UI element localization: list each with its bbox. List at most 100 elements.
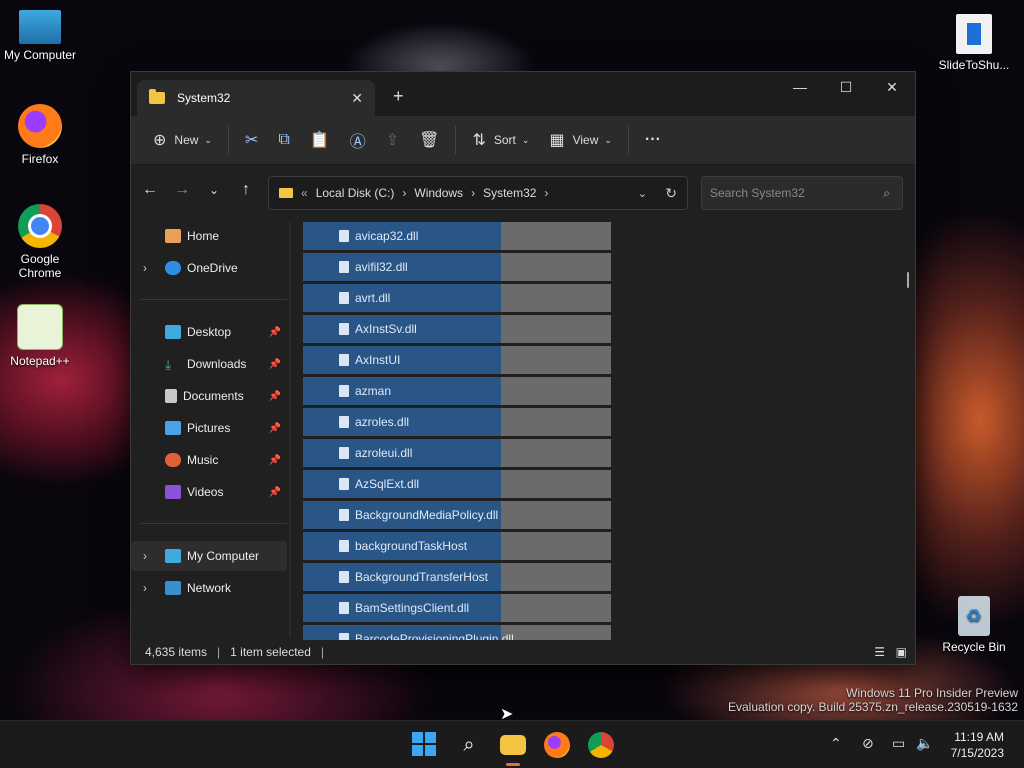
more-options-button[interactable]: ··· xyxy=(635,124,671,156)
file-row[interactable]: BackgroundTransferHost xyxy=(303,563,611,591)
network-offline-icon[interactable]: ⊘ xyxy=(862,735,874,752)
chevron-right-icon[interactable]: › xyxy=(143,549,147,563)
copy-button[interactable]: ⧉ xyxy=(268,124,299,156)
file-icon xyxy=(339,230,349,242)
details-view-icon[interactable]: ☰ xyxy=(874,645,885,659)
rename-button[interactable]: Ⓐ xyxy=(340,124,376,156)
search-box[interactable]: Search System32 ⌕ xyxy=(701,176,903,210)
desktop-icon-recycle-bin[interactable]: ♻ Recycle Bin xyxy=(934,596,1014,654)
sidebar-item-pictures[interactable]: Pictures 📌 xyxy=(131,413,287,443)
desktop-icon-firefox[interactable]: Firefox xyxy=(0,104,80,166)
breadcrumb-windows[interactable]: Windows xyxy=(414,186,463,200)
forward-arrow-icon[interactable]: → xyxy=(169,181,195,199)
minimize-button[interactable]: — xyxy=(777,72,823,102)
os-watermark: Windows 11 Pro Insider Preview Evaluatio… xyxy=(728,686,1018,714)
picture-icon xyxy=(165,421,181,435)
up-arrow-icon[interactable]: ↑ xyxy=(233,181,259,199)
breadcrumb-system32[interactable]: System32 xyxy=(483,186,536,200)
file-row[interactable]: AxInstUI xyxy=(303,346,611,374)
taskbar-chrome[interactable] xyxy=(588,732,614,758)
chevron-right-icon[interactable]: › xyxy=(471,186,475,200)
sidebar-item-label: My Computer xyxy=(187,549,260,563)
start-button[interactable] xyxy=(412,732,438,758)
sidebar-item-videos[interactable]: Videos 📌 xyxy=(131,477,287,507)
scissors-icon: ✂ xyxy=(244,132,259,149)
chevron-up-icon[interactable]: ⌃ xyxy=(830,735,842,752)
file-icon xyxy=(339,447,349,459)
title-bar: System32 ✕ + — ☐ ✕ xyxy=(131,72,915,116)
sidebar-item-documents[interactable]: Documents 📌 xyxy=(131,381,287,411)
clock[interactable]: 11:19 AM 7/15/2023 xyxy=(951,729,1004,761)
share-icon: ⇪ xyxy=(385,132,400,149)
file-row[interactable]: AzSqlExt.dll xyxy=(303,470,611,498)
new-button[interactable]: ⊕ New ⌄ xyxy=(143,124,222,156)
pane-splitter[interactable] xyxy=(289,222,291,638)
file-icon xyxy=(339,292,349,304)
display-icon[interactable]: ▭ xyxy=(892,735,905,752)
file-row[interactable]: AxInstSv.dll xyxy=(303,315,611,343)
sidebar-item-network[interactable]: › Network xyxy=(131,573,287,603)
file-row[interactable]: azman xyxy=(303,377,611,405)
folder-icon xyxy=(279,188,293,198)
sidebar-item-music[interactable]: Music 📌 xyxy=(131,445,287,475)
breadcrumb-local-disk[interactable]: Local Disk (C:) xyxy=(316,186,395,200)
desktop-icon-slidetoshutdown[interactable]: SlideToShu... xyxy=(934,14,1014,72)
desktop-icon-my-computer[interactable]: My Computer xyxy=(0,10,80,62)
sidebar-item-label: Desktop xyxy=(187,325,232,339)
close-window-button[interactable]: ✕ xyxy=(869,72,915,102)
taskbar-file-explorer[interactable] xyxy=(500,735,526,755)
search-button[interactable]: ⌕ xyxy=(456,732,482,758)
share-button[interactable]: ⇪ xyxy=(376,124,409,156)
sidebar-item-home[interactable]: Home xyxy=(131,221,287,251)
sort-button[interactable]: ⇅ Sort ⌄ xyxy=(462,124,539,156)
file-row[interactable]: BarcodeProvisioningPlugin.dll xyxy=(303,625,611,640)
chevron-right-icon[interactable]: › xyxy=(402,186,406,200)
back-arrow-icon[interactable]: ← xyxy=(137,181,163,199)
file-name: avicap32.dll xyxy=(355,229,419,243)
desktop-icon-chrome[interactable]: Google Chrome xyxy=(0,204,80,280)
trash-icon: 🗑 xyxy=(419,132,440,149)
file-icon xyxy=(339,478,349,490)
status-bar: 4,635 items | 1 item selected | ☰ ▣ xyxy=(131,640,915,664)
chevron-right-icon[interactable]: › xyxy=(143,581,147,595)
scrollbar-thumb[interactable] xyxy=(907,272,909,288)
new-tab-button[interactable]: + xyxy=(393,86,404,107)
view-button[interactable]: ▦ View ⌄ xyxy=(539,124,621,156)
address-overflow[interactable]: « xyxy=(301,186,308,200)
tiles-view-icon[interactable]: ▣ xyxy=(896,645,907,659)
cut-button[interactable]: ✂ xyxy=(235,124,268,156)
address-bar[interactable]: « Local Disk (C:) › Windows › System32 ›… xyxy=(268,176,688,210)
sidebar-item-onedrive[interactable]: › OneDrive xyxy=(131,253,287,283)
sidebar-item-downloads[interactable]: ⤓ Downloads 📌 xyxy=(131,349,287,379)
recent-locations-chevron-icon[interactable]: ⌄ xyxy=(201,183,227,197)
delete-button[interactable]: 🗑 xyxy=(409,124,449,156)
file-explorer-window: System32 ✕ + — ☐ ✕ ⊕ New ⌄ ✂ ⧉ 📋 Ⓐ ⇪ 🗑 ⇅… xyxy=(130,71,916,665)
file-row[interactable]: azroles.dll xyxy=(303,408,611,436)
maximize-button[interactable]: ☐ xyxy=(823,72,869,102)
desktop-icon-notepadpp[interactable]: Notepad++ xyxy=(0,304,80,368)
sidebar-item-label: Home xyxy=(187,229,220,243)
taskbar-firefox[interactable] xyxy=(544,732,570,758)
refresh-icon[interactable]: ↻ xyxy=(665,185,677,202)
file-row[interactable]: avifil32.dll xyxy=(303,253,611,281)
file-row[interactable]: backgroundTaskHost xyxy=(303,532,611,560)
sidebar-item-my-computer[interactable]: › My Computer xyxy=(131,541,287,571)
sidebar-item-desktop[interactable]: Desktop 📌 xyxy=(131,317,287,347)
file-row[interactable]: azroleui.dll xyxy=(303,439,611,467)
file-list: avicap32.dll avifil32.dll avrt.dll AxInstSv… xyxy=(303,222,883,640)
file-row[interactable]: avicap32.dll xyxy=(303,222,611,250)
close-tab-icon[interactable]: ✕ xyxy=(351,90,363,107)
file-row[interactable]: BackgroundMediaPolicy.dll xyxy=(303,501,611,529)
file-row[interactable]: avrt.dll xyxy=(303,284,611,312)
paste-button[interactable]: 📋 xyxy=(300,124,340,156)
selection-count: 1 item selected xyxy=(230,645,311,659)
home-icon xyxy=(165,229,181,243)
chevron-right-icon[interactable]: › xyxy=(143,261,147,275)
file-name: BarcodeProvisioningPlugin.dll xyxy=(355,632,514,640)
tab-system32[interactable]: System32 ✕ xyxy=(137,80,375,116)
chevron-right-icon[interactable]: › xyxy=(544,186,548,200)
volume-icon[interactable]: 🔈 xyxy=(916,735,933,752)
file-icon xyxy=(339,261,349,273)
file-row[interactable]: BamSettingsClient.dll xyxy=(303,594,611,622)
address-dropdown-icon[interactable]: ⌄ xyxy=(638,187,647,200)
